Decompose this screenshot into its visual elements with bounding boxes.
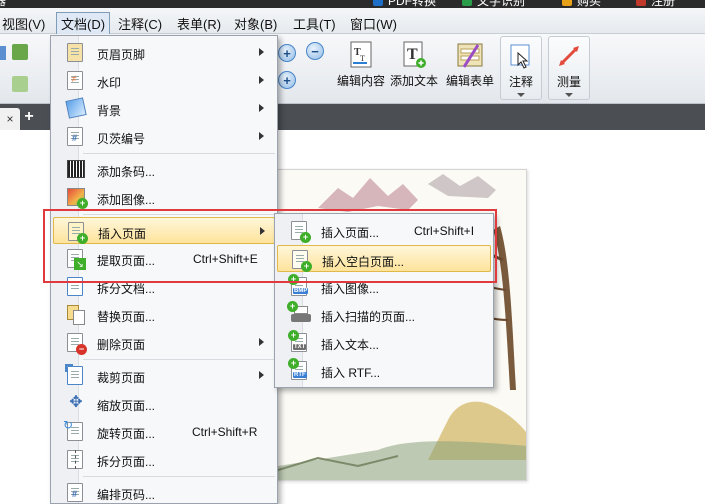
menu-item-split-page[interactable]: 拆分页面... — [53, 446, 275, 473]
menu-item-replace-page[interactable]: 替换页面... — [53, 301, 275, 328]
annotate-icon — [506, 41, 536, 71]
submenu-arrow-icon — [259, 338, 264, 346]
menu-item-resize-page[interactable]: ✥ 缩放页面... — [53, 390, 275, 417]
edit-form-icon — [455, 40, 485, 70]
background-icon — [65, 97, 87, 119]
watermark-icon: ≠ — [67, 71, 87, 91]
edit-content-icon: TT — [346, 40, 376, 70]
submenu-arrow-icon — [259, 76, 264, 84]
menu-separator — [83, 359, 275, 360]
submenu-arrow-icon — [259, 132, 264, 140]
edit-form-label: 编辑表单 — [445, 74, 494, 88]
menu-item-crop-page[interactable]: 裁剪页面 — [53, 362, 275, 389]
menu-item-insert-rtf[interactable]: RTF + 插入 RTF... — [277, 357, 491, 384]
split-page-icon — [67, 450, 87, 470]
menu-item-header-footer[interactable]: 页眉页脚 — [53, 39, 275, 66]
measure-dropdown-icon[interactable] — [565, 93, 573, 97]
menu-bar: 视图(V) 文档(D) 注释(C) 表单(R) 对象(B) 工具(T) 窗口(W… — [0, 8, 705, 35]
menu-item-add-image[interactable]: + 添加图像... — [53, 184, 275, 211]
rotate-page-icon: ↻ — [63, 418, 87, 442]
crop-page-icon — [65, 364, 87, 386]
menu-separator — [83, 476, 275, 477]
pdf-convert-icon — [373, 0, 383, 6]
insert-scanned-page-icon: + — [287, 301, 311, 325]
menu-item-bates-number[interactable]: # 贝茨编号 — [53, 123, 275, 150]
zoom-in-icon[interactable]: + — [278, 44, 296, 62]
edit-content-button[interactable]: TT 编辑内容 — [334, 36, 388, 100]
measure-label: 测量 — [556, 75, 581, 89]
barcode-icon — [67, 160, 87, 180]
add-text-label: 添加文本 — [389, 74, 438, 88]
menu-item-add-barcode[interactable]: 添加条码... — [53, 156, 275, 183]
submenu-arrow-icon — [259, 48, 264, 56]
menu-item-delete-page[interactable]: − 删除页面 — [53, 329, 275, 356]
buy-icon — [562, 0, 572, 6]
ocr-icon — [462, 0, 472, 6]
annotate-button[interactable]: 注释 — [500, 36, 542, 100]
add-text-button[interactable]: T 添加文本 — [388, 36, 440, 100]
menu-view[interactable]: 视图(V) — [2, 14, 45, 33]
menu-tools[interactable]: 工具(T) — [293, 14, 336, 33]
delete-page-icon: − — [67, 333, 87, 355]
edit-form-button[interactable]: 编辑表单 — [444, 36, 496, 100]
scroll-left-icon[interactable] — [0, 46, 6, 60]
svg-text:T: T — [360, 54, 365, 63]
insert-rtf-icon: RTF + — [288, 358, 311, 381]
measure-button[interactable]: 测量 — [548, 36, 590, 100]
document-tab[interactable]: × — [0, 108, 20, 130]
menu-item-insert-scanned-page[interactable]: + 插入扫描的页面... — [277, 301, 491, 328]
menu-object[interactable]: 对象(B) — [234, 14, 277, 33]
measure-icon — [554, 41, 584, 71]
svg-text:T: T — [407, 46, 418, 63]
insert-text-icon: TXT + — [288, 330, 311, 353]
menu-item-page-numbering[interactable]: # 编排页码... — [53, 479, 275, 504]
edit-content-label: 编辑内容 — [336, 74, 385, 88]
submenu-arrow-icon — [259, 104, 264, 112]
menu-document[interactable]: 文档(D) — [56, 12, 111, 35]
page-numbering-icon: # — [67, 483, 87, 503]
menu-item-background[interactable]: 背景 — [53, 95, 275, 122]
close-tab-icon[interactable]: × — [6, 112, 13, 126]
resize-page-icon: ✥ — [69, 394, 83, 411]
back-arrow-icon[interactable] — [12, 44, 28, 60]
zoom-in-secondary-icon[interactable]: + — [278, 71, 296, 89]
header-footer-icon — [67, 43, 87, 63]
submenu-arrow-icon — [259, 371, 264, 379]
forward-arrow-icon[interactable] — [12, 76, 28, 92]
menu-item-rotate-page[interactable]: ↻ 旋转页面... Ctrl+Shift+R — [53, 418, 275, 445]
menu-window[interactable]: 窗口(W) — [350, 14, 397, 33]
menu-item-watermark[interactable]: ≠ 水印 — [53, 67, 275, 94]
add-tab-icon[interactable]: + — [22, 109, 36, 125]
bates-number-icon: # — [67, 127, 87, 147]
annotate-label: 注释 — [508, 75, 533, 89]
menu-form[interactable]: 表单(R) — [177, 14, 221, 33]
title-bar: 器 PDF转换 文字识别 购买 注册 — [0, 0, 705, 8]
add-text-icon: T — [399, 40, 429, 70]
annotate-dropdown-icon[interactable] — [517, 93, 525, 97]
menu-comment[interactable]: 注释(C) — [118, 14, 162, 33]
menu-separator — [83, 153, 275, 154]
highlight-annotation-box — [43, 209, 497, 283]
zoom-out-icon[interactable]: − — [306, 42, 324, 60]
register-icon — [636, 0, 646, 6]
menu-item-insert-text[interactable]: TXT + 插入文本... — [277, 329, 491, 356]
add-image-icon: + — [67, 188, 88, 209]
replace-page-icon — [67, 305, 87, 325]
